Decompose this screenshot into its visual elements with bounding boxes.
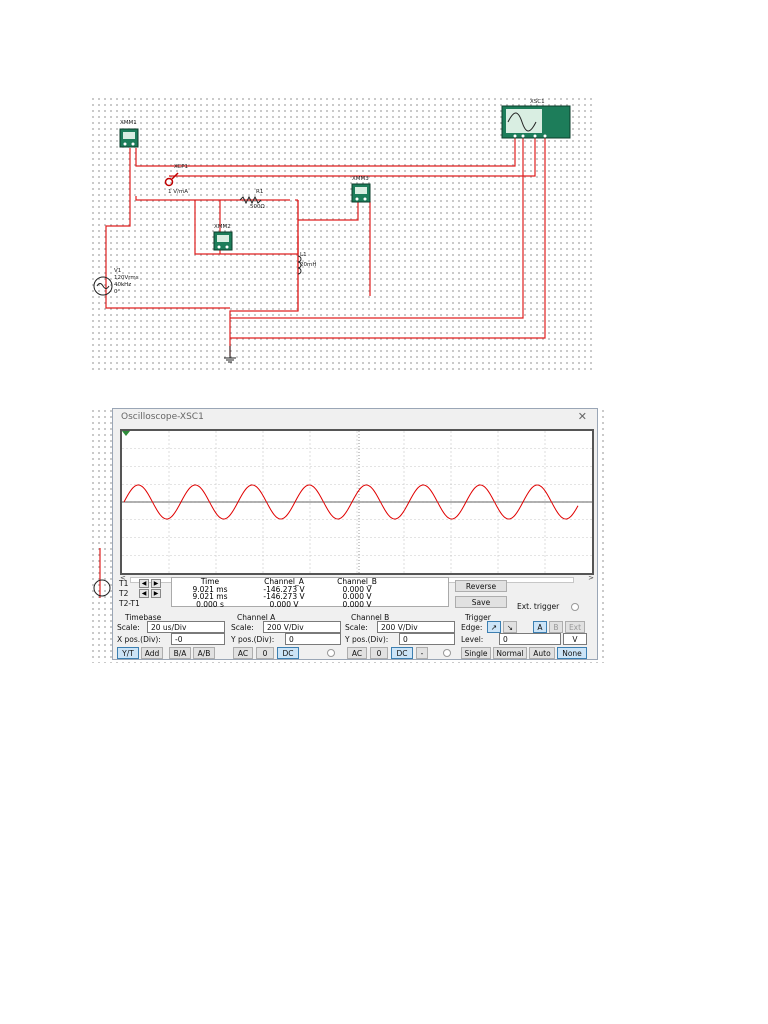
multimeter-xmm3: XMM3 [351, 176, 371, 203]
channel-b-scale-label: Scale: [345, 623, 368, 632]
wire [298, 201, 359, 221]
t2t1-channel-a: 0.000 V [269, 599, 299, 609]
trigger-falling-edge-icon[interactable]: ↘ [503, 621, 517, 633]
ac-source-partial [93, 579, 111, 597]
v1-name: V1 [114, 268, 121, 274]
v1-line2: 40kHz [114, 282, 131, 288]
channel-b-zero-button[interactable]: 0 [370, 647, 388, 659]
t2-right-arrow-icon[interactable]: ▶ [151, 589, 161, 598]
trigger-rising-edge-icon[interactable]: ↗ [487, 621, 501, 633]
multimeter-xmm1: XMM1 [119, 120, 139, 148]
inductor-l1: L1 20mH [297, 252, 317, 275]
channel-b-radio[interactable] [443, 649, 451, 657]
channel-a-scale-label: Scale: [231, 623, 254, 632]
v1-line1: 120Vrms [114, 275, 139, 281]
l1-value: 20mH [300, 262, 317, 268]
channel-b-invert-button[interactable]: - [416, 647, 428, 659]
trigger-auto-button[interactable]: Auto [529, 647, 555, 659]
t2-left-arrow-icon[interactable]: ◀ [139, 589, 149, 598]
trigger-source-a-button[interactable]: A [533, 621, 547, 633]
channel-a-dc-button[interactable]: DC [277, 647, 299, 659]
xcp1-sub: 1 V/mA [168, 189, 188, 195]
oscilloscope-xsc1-symbol: XSC1 [501, 99, 571, 139]
xmm1-label: XMM1 [120, 120, 137, 126]
wire [105, 298, 230, 309]
cursor-t1-label: T1 [119, 579, 129, 588]
cursor-marker [122, 431, 130, 436]
trigger-edge-label: Edge: [461, 623, 483, 632]
trigger-level-field[interactable]: 0 [499, 633, 561, 645]
save-button[interactable]: Save [455, 596, 507, 608]
wire [135, 196, 290, 201]
trigger-source-ext-button[interactable]: Ext [565, 621, 585, 633]
mode-yt-button[interactable]: Y/T [117, 647, 139, 659]
t1-right-arrow-icon[interactable]: ▶ [151, 579, 161, 588]
wire [194, 200, 299, 255]
trigger-single-button[interactable]: Single [461, 647, 491, 659]
multimeter-xmm2: XMM2 [213, 224, 233, 251]
scroll-right-icon[interactable]: > [588, 574, 594, 582]
xmm2-label: XMM2 [214, 224, 231, 230]
r1-value: 500Ω [250, 204, 265, 210]
channel-b-dc-button[interactable]: DC [391, 647, 413, 659]
t2t1-channel-b: 0.000 V [342, 599, 372, 609]
ground-symbol [224, 346, 236, 363]
ext-trigger-label: Ext. trigger [517, 602, 560, 611]
trigger-normal-button[interactable]: Normal [493, 647, 527, 659]
t1-left-arrow-icon[interactable]: ◀ [139, 579, 149, 588]
channel-a-radio[interactable] [327, 649, 335, 657]
xsc1-label: XSC1 [530, 99, 545, 105]
wire [169, 136, 536, 177]
trigger-level-label: Level: [461, 635, 484, 644]
cursor-t2t1-label: T2-T1 [119, 599, 140, 608]
channel-a-ac-button[interactable]: AC [233, 647, 253, 659]
v1-line3: 0° [114, 289, 120, 295]
trigger-none-button[interactable]: None [557, 647, 587, 659]
cursor-t2-label: T2 [119, 589, 129, 598]
wire [135, 136, 516, 167]
close-icon[interactable]: ✕ [578, 410, 587, 423]
channel-b-ypos-field[interactable]: 0 [399, 633, 455, 645]
reverse-button[interactable]: Reverse [455, 580, 507, 592]
channel-a-ypos-label: Y pos.(Div): [231, 635, 275, 644]
trigger-level-unit[interactable]: V [563, 633, 587, 645]
r1-name: R1 [256, 189, 263, 195]
timebase-scale-label: Scale: [117, 623, 140, 632]
cursor-readout-table: Time 9.021 ms 9.021 ms 0.000 s Channel_A… [171, 577, 449, 609]
trigger-source-b-button[interactable]: B [549, 621, 563, 633]
window-title: Oscilloscope-XSC1 [121, 412, 204, 422]
mode-ba-button[interactable]: B/A [169, 647, 191, 659]
timebase-scale-field[interactable]: 20 us/Div [147, 621, 225, 633]
x-pos-label: X pos.(Div): [117, 635, 161, 644]
channel-a-ypos-field[interactable]: 0 [285, 633, 341, 645]
scope-display [120, 429, 594, 575]
channel-a-scale-field[interactable]: 200 V/Div [263, 621, 341, 633]
ext-trigger-radio[interactable] [571, 603, 579, 611]
channel-b-ypos-label: Y pos.(Div): [345, 635, 389, 644]
oscilloscope-window: Oscilloscope-XSC1 ✕ < > T1 T2 T2-T1 ◀ ▶ … [112, 408, 598, 660]
wire [230, 136, 524, 319]
ac-source-v1: V1 120Vrms 40kHz 0° [93, 268, 139, 296]
t2t1-time: 0.000 s [196, 599, 224, 609]
schematic-canvas[interactable]: XMM1 XMM2 XMM3 XSC1 XCP1 1 V/mA R1 500Ω … [90, 96, 595, 371]
channel-b-scale-field[interactable]: 200 V/Div [377, 621, 455, 633]
channel-b-ac-button[interactable]: AC [347, 647, 367, 659]
xcp1-label: XCP1 [174, 164, 188, 170]
current-probe-xcp1: XCP1 1 V/mA [164, 164, 188, 195]
channel-a-zero-button[interactable]: 0 [256, 647, 274, 659]
x-pos-field[interactable]: -0 [171, 633, 225, 645]
mode-ab-button[interactable]: A/B [193, 647, 215, 659]
xmm3-label: XMM3 [352, 176, 369, 182]
mode-add-button[interactable]: Add [141, 647, 163, 659]
